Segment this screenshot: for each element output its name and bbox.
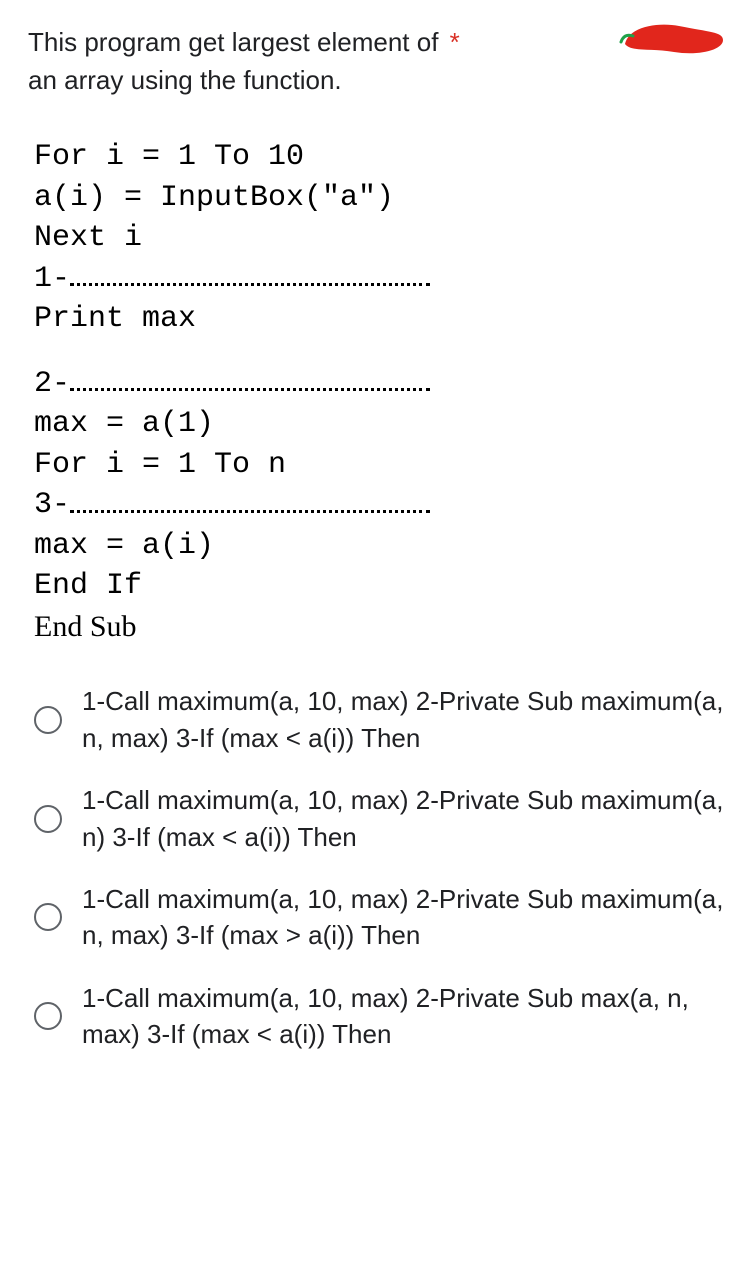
question-line1: This program get largest element of — [28, 27, 438, 57]
code-line: For i = 1 To n — [34, 445, 725, 486]
red-scribble-icon — [619, 16, 729, 60]
option-2[interactable]: 1-Call maximum(a, 10, max) 2-Private Sub… — [34, 782, 725, 855]
option-text: 1-Call maximum(a, 10, max) 2-Private Sub… — [82, 980, 725, 1053]
radio-icon[interactable] — [34, 706, 62, 734]
required-asterisk: * — [450, 27, 460, 57]
code-line: For i = 1 To 10 — [34, 137, 725, 178]
question-text: This program get largest element of * an… — [28, 24, 725, 99]
blank-3: 3- — [34, 485, 725, 526]
options-group: 1-Call maximum(a, 10, max) 2-Private Sub… — [28, 683, 725, 1052]
option-text: 1-Call maximum(a, 10, max) 2-Private Sub… — [82, 683, 725, 756]
code-line-end-sub: End Sub — [34, 607, 725, 648]
radio-icon[interactable] — [34, 1002, 62, 1030]
option-4[interactable]: 1-Call maximum(a, 10, max) 2-Private Sub… — [34, 980, 725, 1053]
code-block: For i = 1 To 10 a(i) = InputBox("a") Nex… — [28, 137, 725, 647]
radio-icon[interactable] — [34, 805, 62, 833]
option-3[interactable]: 1-Call maximum(a, 10, max) 2-Private Sub… — [34, 881, 725, 954]
option-text: 1-Call maximum(a, 10, max) 2-Private Sub… — [82, 881, 725, 954]
code-line: a(i) = InputBox("a") — [34, 178, 725, 219]
blank-2: 2- — [34, 364, 725, 405]
code-line: End If — [34, 566, 725, 607]
option-text: 1-Call maximum(a, 10, max) 2-Private Sub… — [82, 782, 725, 855]
code-line: max = a(i) — [34, 526, 725, 567]
blank-1: 1- — [34, 259, 725, 300]
code-line: Print max — [34, 299, 725, 340]
question-line2: an array using the function. — [28, 65, 342, 95]
code-line: Next i — [34, 218, 725, 259]
option-1[interactable]: 1-Call maximum(a, 10, max) 2-Private Sub… — [34, 683, 725, 756]
radio-icon[interactable] — [34, 903, 62, 931]
code-line: max = a(1) — [34, 404, 725, 445]
